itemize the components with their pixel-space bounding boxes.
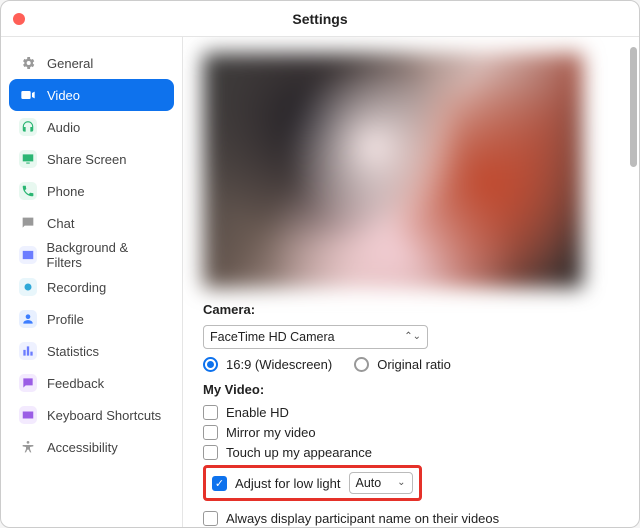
window-controls (13, 13, 25, 25)
sidebar-item-video[interactable]: Video (9, 79, 174, 111)
sidebar-item-label: Feedback (47, 376, 104, 391)
sidebar-item-label: Accessibility (47, 440, 118, 455)
sidebar-item-label: Recording (47, 280, 106, 295)
body: General Video Audio Share Screen (1, 37, 639, 527)
lowlight-mode-select[interactable]: Auto ⌄ (349, 472, 413, 494)
sidebar-item-label: Chat (47, 216, 74, 231)
share-screen-icon (19, 150, 37, 168)
profile-icon (19, 310, 37, 328)
camera-preview (203, 53, 583, 288)
background-icon (19, 246, 37, 264)
radio-original[interactable] (354, 357, 369, 372)
my-video-options: Enable HD Mirror my video Touch up my ap… (203, 405, 619, 526)
sidebar-item-accessibility[interactable]: Accessibility (9, 431, 174, 463)
chevron-updown-icon: ⌃⌄ (404, 332, 421, 342)
radio-widescreen-label: 16:9 (Widescreen) (226, 357, 332, 372)
headphones-icon (19, 118, 37, 136)
checkbox-mirror[interactable] (203, 425, 218, 440)
sidebar-item-recording[interactable]: Recording (9, 271, 174, 303)
window-title: Settings (292, 11, 347, 27)
sidebar-item-profile[interactable]: Profile (9, 303, 174, 335)
sidebar-item-phone[interactable]: Phone (9, 175, 174, 207)
scrollbar[interactable] (630, 47, 637, 167)
checkbox-enable-hd[interactable] (203, 405, 218, 420)
sidebar-item-share-screen[interactable]: Share Screen (9, 143, 174, 175)
sidebar-item-statistics[interactable]: Statistics (9, 335, 174, 367)
record-icon (19, 278, 37, 296)
mirror-label: Mirror my video (226, 425, 316, 440)
lowlight-mode-value: Auto (356, 476, 382, 490)
sidebar-item-label: Profile (47, 312, 84, 327)
camera-select-value: FaceTime HD Camera (210, 330, 335, 344)
lowlight-label: Adjust for low light (235, 476, 341, 491)
sidebar-item-label: Share Screen (47, 152, 127, 167)
checkbox-lowlight[interactable]: ✓ (212, 476, 227, 491)
always-display-label: Always display participant name on their… (226, 511, 499, 526)
sidebar-item-label: Keyboard Shortcuts (47, 408, 161, 423)
camera-select[interactable]: FaceTime HD Camera ⌃⌄ (203, 325, 428, 349)
close-window-button[interactable] (13, 13, 25, 25)
video-icon (19, 86, 37, 104)
sidebar-item-general[interactable]: General (9, 47, 174, 79)
settings-window: Settings General Video Audio (0, 0, 640, 528)
checkbox-touchup[interactable] (203, 445, 218, 460)
lowlight-highlight: ✓ Adjust for low light Auto ⌄ (203, 465, 422, 501)
chat-icon (19, 214, 37, 232)
sidebar: General Video Audio Share Screen (1, 37, 183, 527)
myvideo-section-label: My Video: (203, 382, 619, 397)
chevron-updown-icon: ⌄ (397, 478, 405, 488)
camera-section-label: Camera: (203, 302, 619, 317)
aspect-ratio-group: 16:9 (Widescreen) Original ratio (203, 357, 619, 372)
sidebar-item-keyboard-shortcuts[interactable]: Keyboard Shortcuts (9, 399, 174, 431)
gear-icon (19, 54, 37, 72)
sidebar-item-label: Phone (47, 184, 85, 199)
sidebar-item-label: General (47, 56, 93, 71)
accessibility-icon (19, 438, 37, 456)
sidebar-item-label: Audio (47, 120, 80, 135)
sidebar-item-label: Statistics (47, 344, 99, 359)
keyboard-icon (19, 406, 37, 424)
titlebar: Settings (1, 1, 639, 37)
checkbox-always-display-name[interactable] (203, 511, 218, 526)
enable-hd-label: Enable HD (226, 405, 289, 420)
statistics-icon (19, 342, 37, 360)
sidebar-item-feedback[interactable]: Feedback (9, 367, 174, 399)
sidebar-item-audio[interactable]: Audio (9, 111, 174, 143)
feedback-icon (19, 374, 37, 392)
phone-icon (19, 182, 37, 200)
radio-original-label: Original ratio (377, 357, 451, 372)
main-panel: Camera: FaceTime HD Camera ⌃⌄ 16:9 (Wide… (183, 37, 639, 527)
sidebar-item-background-filters[interactable]: Background & Filters (9, 239, 174, 271)
touchup-label: Touch up my appearance (226, 445, 372, 460)
sidebar-item-label: Background & Filters (47, 240, 164, 270)
sidebar-item-chat[interactable]: Chat (9, 207, 174, 239)
radio-widescreen[interactable] (203, 357, 218, 372)
sidebar-item-label: Video (47, 88, 80, 103)
